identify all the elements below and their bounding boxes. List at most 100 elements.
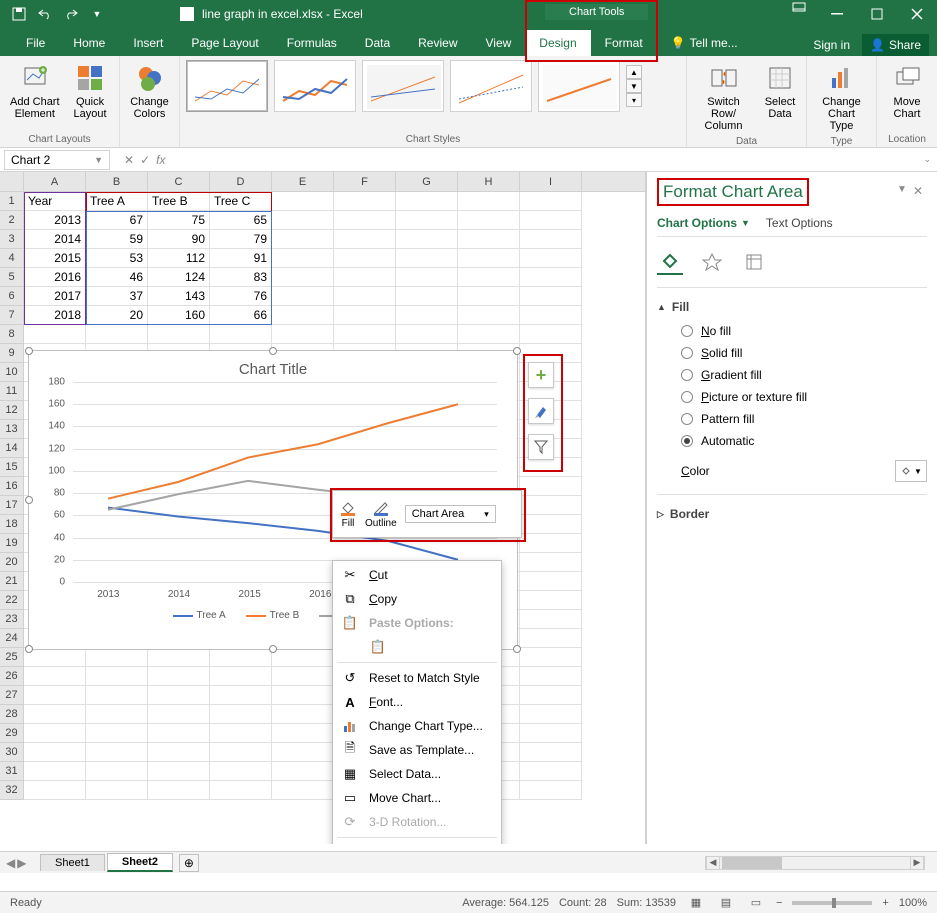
row-header[interactable]: 22: [0, 591, 24, 610]
new-sheet-button[interactable]: ⊕: [179, 854, 199, 872]
cell[interactable]: [86, 325, 148, 344]
col-header-A[interactable]: A: [24, 172, 86, 191]
cell[interactable]: 2017: [24, 287, 86, 306]
hscroll-right-icon[interactable]: ▶: [910, 857, 924, 869]
view-page-layout-icon[interactable]: ▤: [716, 895, 736, 911]
cell[interactable]: [272, 648, 334, 667]
cell[interactable]: 67: [86, 211, 148, 230]
cell[interactable]: 2016: [24, 268, 86, 287]
sign-in-link[interactable]: Sign in: [813, 38, 850, 52]
quick-layout-button[interactable]: Quick Layout: [70, 60, 111, 122]
chart-style-5[interactable]: [538, 60, 620, 112]
sheet-tab-sheet1[interactable]: Sheet1: [40, 854, 105, 871]
cell[interactable]: [520, 249, 582, 268]
format-tab-text-options[interactable]: Text Options: [766, 216, 833, 230]
cell[interactable]: [458, 230, 520, 249]
cell[interactable]: [334, 306, 396, 325]
cell[interactable]: [24, 325, 86, 344]
ctx-save-as-template[interactable]: 🗎Save as Template...: [333, 738, 501, 762]
format-pane-close-icon[interactable]: ✕: [913, 184, 923, 198]
cell[interactable]: [334, 325, 396, 344]
view-normal-icon[interactable]: ▦: [686, 895, 706, 911]
col-header-G[interactable]: G: [396, 172, 458, 191]
cell[interactable]: [334, 287, 396, 306]
chart-style-4[interactable]: [450, 60, 532, 112]
row-header[interactable]: 11: [0, 382, 24, 401]
cell[interactable]: [148, 686, 210, 705]
cell[interactable]: [272, 686, 334, 705]
chart-handle-l[interactable]: [25, 496, 33, 504]
cell[interactable]: [24, 705, 86, 724]
cell[interactable]: 91: [210, 249, 272, 268]
cell[interactable]: [396, 230, 458, 249]
cell[interactable]: [210, 667, 272, 686]
cell[interactable]: [396, 325, 458, 344]
cell[interactable]: [272, 249, 334, 268]
qat-customize-icon[interactable]: ▼: [86, 3, 108, 25]
cell[interactable]: [458, 306, 520, 325]
cell[interactable]: [396, 306, 458, 325]
chart-handle-b[interactable]: [269, 645, 277, 653]
sheet-tab-sheet2[interactable]: Sheet2: [107, 853, 173, 872]
change-chart-type-button[interactable]: Change Chart Type: [813, 60, 870, 134]
size-properties-tab-icon[interactable]: [741, 249, 767, 275]
cell[interactable]: 143: [148, 287, 210, 306]
style-scroll-up[interactable]: ▲: [626, 65, 642, 79]
tab-insert[interactable]: Insert: [119, 30, 177, 56]
row-header[interactable]: 19: [0, 534, 24, 553]
sheet-nav-next-icon[interactable]: ▶: [17, 856, 26, 870]
cell[interactable]: [520, 724, 582, 743]
row-header[interactable]: 2: [0, 211, 24, 230]
chart-handle-t[interactable]: [269, 347, 277, 355]
cell[interactable]: [272, 192, 334, 211]
radio-solid-fill[interactable]: Solid fill: [681, 346, 927, 360]
cell[interactable]: [272, 743, 334, 762]
style-gallery-more[interactable]: ▾: [626, 93, 642, 107]
cell[interactable]: [520, 762, 582, 781]
chart-style-2[interactable]: [274, 60, 356, 112]
zoom-out-button[interactable]: −: [776, 897, 782, 909]
cell[interactable]: [272, 667, 334, 686]
cell[interactable]: [86, 781, 148, 800]
cell[interactable]: [396, 268, 458, 287]
cell[interactable]: [210, 648, 272, 667]
col-header-D[interactable]: D: [210, 172, 272, 191]
style-scroll-down[interactable]: ▼: [626, 79, 642, 93]
effects-tab-icon[interactable]: [699, 249, 725, 275]
cell[interactable]: 124: [148, 268, 210, 287]
cell[interactable]: 2014: [24, 230, 86, 249]
add-chart-element-button[interactable]: Add Chart Element: [6, 60, 64, 122]
row-header[interactable]: 26: [0, 667, 24, 686]
move-chart-button[interactable]: Move Chart: [883, 60, 931, 122]
cell[interactable]: [520, 230, 582, 249]
cell[interactable]: [458, 211, 520, 230]
cell[interactable]: [520, 268, 582, 287]
cell[interactable]: [148, 667, 210, 686]
mini-fill-button[interactable]: Fill: [339, 500, 357, 529]
row-header[interactable]: 14: [0, 439, 24, 458]
ribbon-display-options-icon[interactable]: [789, 0, 809, 14]
tab-home[interactable]: Home: [59, 30, 119, 56]
change-colors-button[interactable]: Change Colors: [126, 60, 173, 122]
row-header[interactable]: 10: [0, 363, 24, 382]
cell[interactable]: [272, 325, 334, 344]
fx-icon[interactable]: fx: [156, 153, 165, 167]
cell[interactable]: [520, 572, 582, 591]
cancel-formula-icon[interactable]: ✕: [124, 153, 134, 167]
cell[interactable]: [86, 648, 148, 667]
cell[interactable]: [210, 762, 272, 781]
border-section-header[interactable]: ▷Border: [657, 503, 927, 525]
cell[interactable]: [520, 477, 582, 496]
cell[interactable]: [334, 249, 396, 268]
cell[interactable]: [334, 230, 396, 249]
cell[interactable]: 20: [86, 306, 148, 325]
cell[interactable]: [86, 743, 148, 762]
ctx-change-chart-type[interactable]: Change Chart Type...: [333, 714, 501, 738]
radio-no-fill[interactable]: No fill: [681, 324, 927, 338]
row-header[interactable]: 20: [0, 553, 24, 572]
col-header-C[interactable]: C: [148, 172, 210, 191]
col-header-H[interactable]: H: [458, 172, 520, 191]
tab-design[interactable]: Design: [525, 30, 590, 56]
ctx-select-data[interactable]: ▦Select Data...: [333, 762, 501, 786]
cell[interactable]: [148, 724, 210, 743]
